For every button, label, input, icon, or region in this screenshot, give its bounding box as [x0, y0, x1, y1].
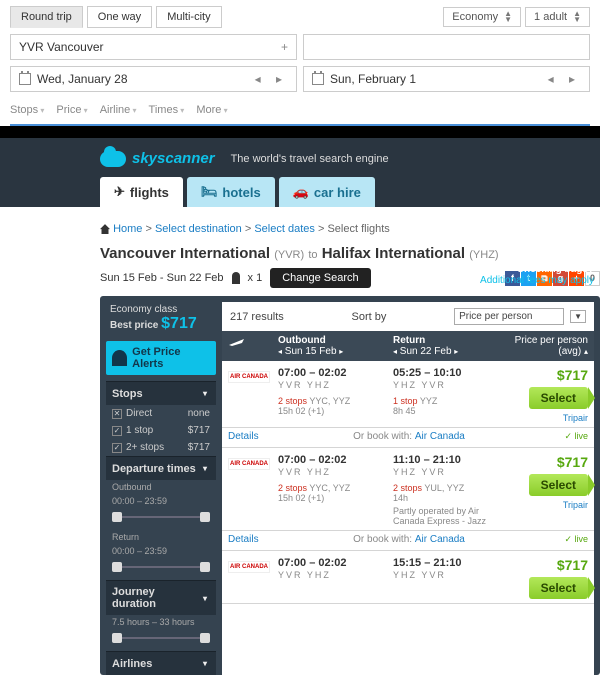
book-airline-link[interactable]: Air Canada: [415, 534, 465, 545]
outbound-range: 00:00 – 23:59: [106, 494, 216, 508]
select-button[interactable]: Select: [529, 474, 588, 496]
best-price-label: Best price: [110, 320, 158, 331]
checkbox-2stops[interactable]: ✓: [112, 443, 122, 453]
duration-slider[interactable]: [112, 633, 210, 643]
top-filter-bar: Stops Price Airline Times More: [10, 100, 590, 126]
crumb-dates[interactable]: Select dates: [254, 223, 315, 235]
column-return[interactable]: Return◂ Sun 22 Feb ▸: [387, 331, 502, 361]
route-pax: x 1: [248, 272, 263, 284]
destination-input[interactable]: [303, 34, 590, 60]
filter-price[interactable]: Price: [56, 104, 87, 116]
column-outbound[interactable]: Outbound◂ Sun 15 Feb ▸: [272, 331, 387, 361]
result-price: $717: [508, 454, 588, 470]
add-origin-icon[interactable]: +: [281, 40, 288, 54]
price-alerts-button[interactable]: Get Price Alerts: [106, 341, 216, 375]
car-icon: 🚗: [293, 184, 309, 200]
brand-tagline: The world's travel search engine: [231, 153, 389, 165]
filter-more[interactable]: More: [196, 104, 227, 116]
crumb-destination[interactable]: Select destination: [155, 223, 242, 235]
filter-times[interactable]: Times: [149, 104, 185, 116]
date-nav-arrows[interactable]: ◂ ▸: [255, 72, 288, 86]
result-card: AIR CANADA 07:00 – 02:02YVR YHZ2 stops Y…: [222, 448, 594, 531]
calendar-icon: [19, 73, 31, 85]
chevron-updown-icon: ▲▼: [573, 11, 581, 23]
change-search-button[interactable]: Change Search: [270, 268, 370, 288]
cabin-select[interactable]: Economy▲▼: [443, 7, 521, 27]
chevron-updown-icon: ▲▼: [504, 11, 512, 23]
outbound-leg: 07:00 – 02:02YVR YHZ2 stops YYC, YYZ15h …: [278, 367, 393, 423]
filter-airline[interactable]: Airline: [100, 104, 137, 116]
agent-link[interactable]: Tripair: [508, 413, 588, 423]
live-indicator: ✓ live: [559, 431, 588, 442]
outbound-leg: 07:00 – 02:02YVR YHZ: [278, 557, 393, 599]
details-link[interactable]: Details: [228, 534, 259, 545]
tab-flights[interactable]: ✈flights: [100, 177, 183, 207]
route-dates: Sun 15 Feb - Sun 22 Feb: [100, 272, 224, 284]
results-count: 217 results: [230, 311, 284, 323]
bell-icon: [112, 350, 127, 366]
skyscanner-logo-icon: [100, 151, 126, 167]
return-leg: 05:25 – 10:10YHZ YVR1 stop YYZ8h 45: [393, 367, 508, 423]
cabin-class-label: Economy class: [110, 304, 212, 315]
select-button[interactable]: Select: [529, 387, 588, 409]
filter-stops[interactable]: Stops: [10, 104, 44, 116]
departure-times-header[interactable]: Departure times▾: [106, 456, 216, 480]
result-card: AIR CANADA 07:00 – 02:02YVR YHZ 15:15 – …: [222, 551, 594, 604]
route-heading: Vancouver International (YVR) to Halifax…: [100, 241, 600, 266]
trip-oneway-tab[interactable]: One way: [87, 6, 152, 28]
airline-logo: AIR CANADA: [228, 561, 270, 573]
sort-dropdown-icon[interactable]: ▼: [570, 310, 586, 323]
airlines-filter-header[interactable]: Airlines▾: [106, 651, 216, 675]
trip-roundtrip-tab[interactable]: Round trip: [10, 6, 83, 28]
depart-date-input[interactable]: Wed, January 28◂ ▸: [10, 66, 297, 92]
book-airline-link[interactable]: Air Canada: [415, 431, 465, 442]
airline-logo: AIR CANADA: [228, 371, 270, 383]
return-range: 00:00 – 23:59: [106, 544, 216, 558]
checkbox-1stop[interactable]: ✓: [112, 426, 122, 436]
return-leg: 11:10 – 21:10YHZ YVR2 stops YUL, YYZ14hP…: [393, 454, 508, 526]
tab-hotels[interactable]: 🛏hotels: [187, 177, 275, 207]
return-date-input[interactable]: Sun, February 1◂ ▸: [303, 66, 590, 92]
agent-link[interactable]: Tripair: [508, 500, 588, 510]
checkbox-direct[interactable]: ✕: [112, 409, 122, 419]
home-icon[interactable]: [100, 224, 110, 234]
return-leg: 15:15 – 21:10YHZ YVR: [393, 557, 508, 599]
details-link[interactable]: Details: [228, 431, 259, 442]
duration-range: 7.5 hours – 33 hours: [106, 615, 216, 629]
column-price[interactable]: Price per person (avg) ▴: [502, 331, 594, 361]
plane-icon: ✈: [114, 184, 125, 200]
trip-multicity-tab[interactable]: Multi-city: [156, 6, 221, 28]
result-price: $717: [508, 367, 588, 383]
outbound-label: Outbound: [106, 480, 216, 494]
return-time-slider[interactable]: [112, 562, 210, 572]
crumb-current: Select flights: [327, 223, 389, 235]
result-card: AIR CANADA 07:00 – 02:02YVR YHZ2 stops Y…: [222, 361, 594, 428]
fees-link[interactable]: Additional fees may apply: [480, 275, 594, 286]
outbound-time-slider[interactable]: [112, 512, 210, 522]
tab-carhire[interactable]: 🚗car hire: [279, 177, 375, 207]
baggage-notice: Checking bags? Additional fees may apply: [480, 264, 594, 286]
stops-filter-header[interactable]: Stops▾: [106, 381, 216, 405]
sort-label: Sort by: [352, 311, 387, 323]
bed-icon: 🛏: [201, 184, 218, 200]
brand-name: skyscanner: [132, 150, 215, 167]
crumb-home[interactable]: Home: [113, 223, 142, 235]
live-indicator: ✓ live: [559, 534, 588, 545]
duration-filter-header[interactable]: Journey duration▾: [106, 580, 216, 615]
breadcrumb: Home > Select destination > Select dates…: [100, 217, 600, 241]
person-icon: [232, 272, 240, 284]
sort-select[interactable]: Price per person: [454, 308, 564, 325]
airline-logo: AIR CANADA: [228, 458, 270, 470]
result-price: $717: [508, 557, 588, 573]
date-nav-arrows[interactable]: ◂ ▸: [548, 72, 581, 86]
select-button[interactable]: Select: [529, 577, 588, 599]
return-label: Return: [106, 530, 216, 544]
calendar-icon: [312, 73, 324, 85]
column-airline: [222, 331, 272, 361]
origin-input[interactable]: YVR Vancouver+: [10, 34, 297, 60]
outbound-leg: 07:00 – 02:02YVR YHZ2 stops YYC, YYZ15h …: [278, 454, 393, 526]
best-price-value: $717: [161, 315, 197, 332]
passengers-select[interactable]: 1 adult▲▼: [525, 7, 590, 27]
